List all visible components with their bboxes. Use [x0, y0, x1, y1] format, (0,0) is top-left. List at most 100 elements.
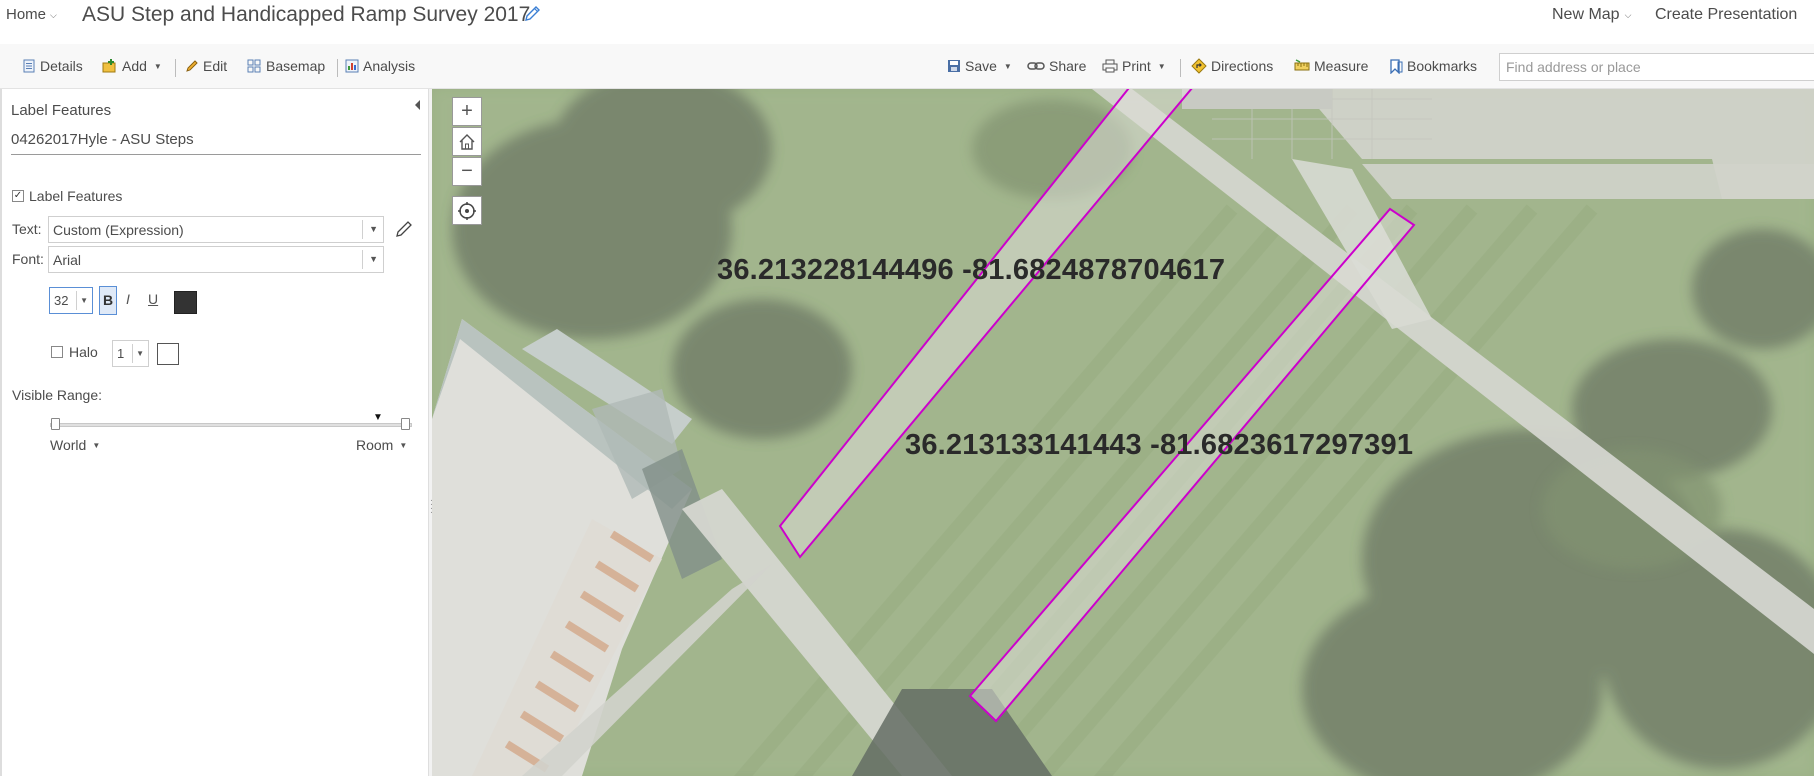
range-min-value: World: [50, 437, 87, 453]
basemap-button[interactable]: Basemap: [247, 56, 325, 76]
zoom-out-button[interactable]: −: [452, 157, 482, 186]
collapse-panel-icon[interactable]: [412, 98, 422, 112]
details-label: Details: [40, 58, 83, 74]
caret-down-icon: ▼: [92, 440, 101, 450]
halo-size-value: 1: [117, 346, 125, 361]
new-map-label: New Map: [1552, 6, 1620, 23]
edit-expression-pencil-icon[interactable]: [394, 219, 414, 239]
caret-down-icon: ▼: [136, 349, 144, 358]
edit-title-pencil-icon[interactable]: [522, 3, 542, 25]
save-disk-icon: [948, 60, 960, 72]
label-features-checkbox[interactable]: ✓: [12, 190, 24, 202]
analysis-button[interactable]: Analysis: [345, 56, 415, 76]
caret-down-icon: ▼: [153, 61, 162, 71]
range-max-handle[interactable]: [401, 418, 410, 430]
caret-down-icon: ▼: [399, 440, 408, 450]
bookmark-icon: [1390, 58, 1403, 74]
map-view[interactable]: + − 36.213228144496 -81.6824878704617 36…: [432, 89, 1814, 776]
halo-color-swatch[interactable]: [157, 343, 179, 365]
home-label: Home: [6, 6, 47, 23]
toolbar-divider: [1180, 59, 1181, 77]
range-max-select[interactable]: Room ▼: [356, 437, 407, 453]
locate-button[interactable]: [452, 196, 482, 225]
directions-icon: [1191, 58, 1207, 74]
zoom-in-button[interactable]: +: [452, 97, 482, 126]
analysis-icon: [345, 59, 359, 73]
analysis-label: Analysis: [363, 58, 416, 74]
toolbar-divider: [175, 59, 176, 77]
home-icon: [459, 133, 475, 150]
visible-range-slider-track[interactable]: [50, 423, 412, 427]
font-value: Arial: [53, 252, 82, 268]
basemap-grid-icon: [247, 59, 261, 73]
measure-button[interactable]: Measure: [1294, 56, 1368, 76]
basemap-label: Basemap: [266, 58, 326, 74]
zoom-in-label: +: [461, 100, 473, 122]
bold-toggle-button[interactable]: B: [99, 286, 117, 315]
font-select[interactable]: Arial ▼: [48, 246, 384, 273]
label-features-checkbox-label: Label Features: [29, 188, 123, 204]
caret-down-icon: ▼: [369, 224, 378, 234]
text-field-label: Text:: [12, 221, 42, 237]
bookmarks-button[interactable]: Bookmarks: [1389, 56, 1477, 76]
halo-checkbox[interactable]: [51, 346, 63, 358]
details-icon: [23, 59, 35, 73]
italic-toggle-button[interactable]: I: [126, 291, 130, 307]
current-scale-marker-icon: ▼: [373, 412, 383, 423]
chevron-down-icon: ⌵: [1624, 9, 1632, 20]
feature-label: 36.213133141443 -81.6823617297391: [905, 429, 1414, 461]
range-min-handle[interactable]: [51, 418, 60, 430]
zoom-out-label: −: [461, 160, 473, 182]
select-divider: [76, 291, 77, 310]
caret-down-icon: ▼: [369, 254, 378, 264]
home-menu[interactable]: Home ⌵: [6, 6, 57, 23]
locate-crosshair-icon: [458, 201, 476, 220]
bookmarks-label: Bookmarks: [1407, 58, 1478, 74]
text-color-swatch[interactable]: [174, 291, 197, 314]
new-map-menu[interactable]: New Map ⌵: [1552, 6, 1631, 24]
share-link-icon: [1027, 62, 1045, 70]
print-label: Print: [1122, 58, 1151, 74]
layer-name: 04262017Hyle - ASU Steps: [11, 131, 194, 148]
share-button[interactable]: Share: [1027, 56, 1086, 76]
app-header: Home ⌵ ASU Step and Handicapped Ramp Sur…: [0, 0, 1814, 44]
save-label: Save: [965, 58, 997, 74]
create-presentation-link[interactable]: Create Presentation: [1655, 6, 1797, 24]
halo-toggle[interactable]: Halo: [51, 344, 98, 360]
measure-ruler-icon: [1294, 59, 1310, 71]
underline-toggle-button[interactable]: U: [148, 291, 158, 307]
details-button[interactable]: Details: [22, 56, 83, 76]
edit-button[interactable]: Edit: [185, 56, 227, 76]
caret-down-icon: ▼: [1003, 61, 1012, 71]
text-expression-select[interactable]: Custom (Expression) ▼: [48, 216, 384, 243]
edit-label: Edit: [203, 58, 228, 74]
add-label: Add: [122, 58, 147, 74]
label-features-toggle[interactable]: ✓ Label Features: [12, 188, 122, 204]
share-label: Share: [1049, 58, 1087, 74]
printer-icon: [1102, 59, 1118, 73]
select-divider: [362, 250, 363, 269]
font-field-label: Font:: [12, 251, 44, 267]
select-divider: [132, 344, 133, 363]
halo-label: Halo: [69, 344, 98, 360]
add-layer-icon: [102, 59, 116, 73]
font-size-value: 32: [54, 293, 69, 308]
toolbar-divider: [337, 59, 338, 77]
measure-label: Measure: [1314, 58, 1369, 74]
chevron-down-icon: ⌵: [50, 10, 57, 20]
add-button[interactable]: Add ▼: [102, 56, 162, 76]
halo-size-select[interactable]: 1 ▼: [112, 340, 149, 367]
caret-down-icon: ▼: [1157, 61, 1166, 71]
map-title: ASU Step and Handicapped Ramp Survey 201…: [82, 3, 531, 26]
label-features-panel: Label Features 04262017Hyle - ASU Steps …: [0, 89, 428, 776]
directions-button[interactable]: Directions: [1191, 56, 1273, 76]
range-max-value: Room: [356, 437, 394, 453]
font-size-select[interactable]: 32 ▼: [49, 287, 93, 314]
range-min-select[interactable]: World ▼: [50, 437, 100, 453]
search-input[interactable]: [1499, 53, 1814, 81]
caret-down-icon: ▼: [80, 296, 88, 305]
home-extent-button[interactable]: [452, 127, 482, 156]
save-button[interactable]: Save ▼: [947, 56, 1012, 76]
select-divider: [362, 220, 363, 239]
print-button[interactable]: Print ▼: [1102, 56, 1166, 76]
